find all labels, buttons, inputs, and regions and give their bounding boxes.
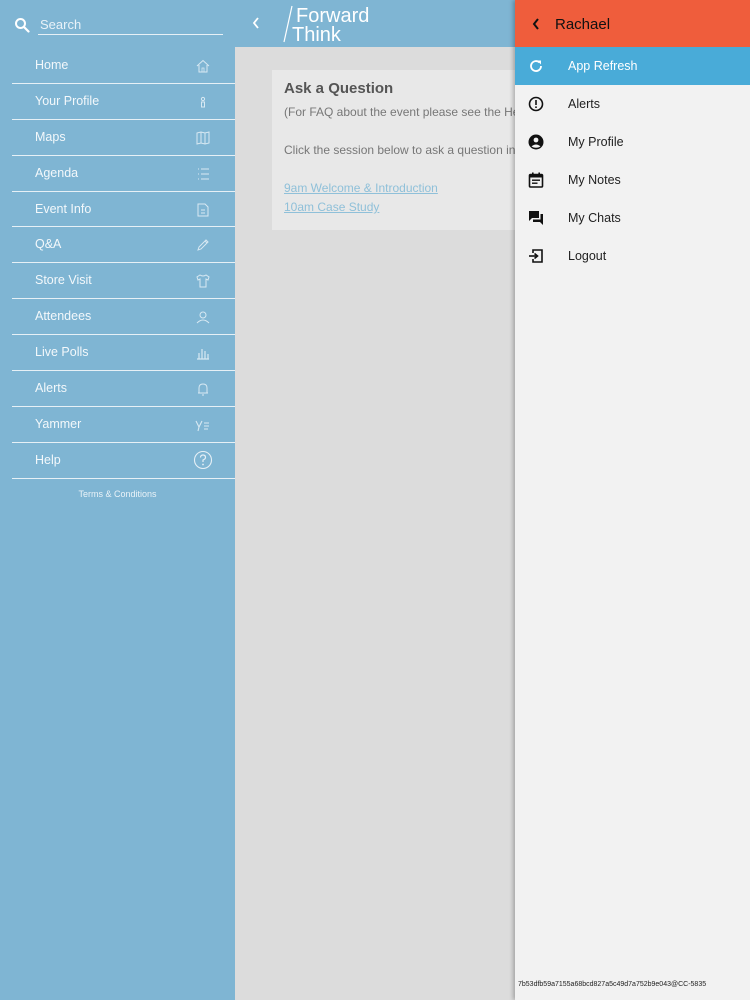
sidebar-item-label: Help [35, 452, 61, 467]
terms-link[interactable]: Terms & Conditions [0, 489, 235, 499]
drawer-menu: App Refresh Alerts My Profile My Notes M… [515, 47, 750, 275]
logo: Forward Think [283, 5, 369, 44]
menu-item-label: My Notes [568, 173, 621, 187]
sidebar-item-yammer[interactable]: Yammer [12, 407, 235, 443]
pen-icon [197, 239, 209, 252]
drawer-header: Rachael [515, 0, 750, 48]
agenda-list-icon [198, 168, 209, 180]
menu-item-label: App Refresh [568, 59, 638, 73]
search-icon[interactable] [14, 17, 30, 33]
sidebar-item-label: Maps [35, 129, 66, 144]
menu-item-my-chats[interactable]: My Chats [515, 199, 750, 237]
attendees-icon [196, 311, 210, 324]
help-circle-icon [193, 450, 213, 469]
yammer-icon [195, 420, 209, 432]
menu-item-label: Logout [568, 249, 607, 263]
sidebar-item-agenda[interactable]: Agenda [12, 156, 235, 192]
sidebar: Home Your Profile Maps Agenda Event Info… [0, 0, 235, 1000]
menu-item-logout[interactable]: Logout [515, 237, 750, 275]
sidebar-item-label: Your Profile [35, 93, 100, 108]
session-link-case-study[interactable]: 10am Case Study [284, 200, 379, 214]
faq-text: (For FAQ about the event please see the … [284, 105, 515, 119]
sidebar-nav: Home Your Profile Maps Agenda Event Info… [12, 48, 235, 479]
sidebar-item-label: Alerts [35, 381, 67, 396]
bar-chart-icon [197, 349, 209, 360]
device-id: 7b53dfb59a7155a68bcd827a5c49d7a752b9e043… [518, 981, 707, 988]
page-title: Ask a Question [284, 80, 394, 97]
sidebar-item-label: Agenda [35, 165, 79, 180]
sidebar-item-label: Event Info [35, 201, 92, 216]
menu-item-label: My Profile [568, 135, 624, 149]
sidebar-item-event-info[interactable]: Event Info [12, 192, 235, 228]
sidebar-item-maps[interactable]: Maps [12, 120, 235, 156]
chevron-left-icon[interactable] [251, 16, 261, 30]
account-circle-icon [528, 134, 544, 150]
sidebar-item-label: Home [35, 58, 69, 72]
chat-icon [529, 211, 543, 225]
sidebar-item-home[interactable]: Home [12, 48, 235, 84]
search-bar [0, 0, 235, 48]
menu-item-app-refresh[interactable]: App Refresh [515, 47, 750, 85]
search-input[interactable] [38, 15, 223, 35]
sidebar-item-label: Yammer [35, 416, 82, 431]
sidebar-item-label: Q&A [35, 237, 62, 252]
instruction-text: Click the session below to ask a questio… [284, 143, 515, 157]
sidebar-item-live-polls[interactable]: Live Polls [12, 335, 235, 372]
menu-item-label: My Chats [568, 211, 621, 225]
logout-icon [529, 249, 543, 263]
alert-icon [528, 96, 544, 112]
logo-line2: Think [292, 24, 342, 44]
menu-item-my-profile[interactable]: My Profile [515, 123, 750, 161]
sidebar-item-help[interactable]: Help [12, 443, 235, 479]
map-icon [196, 131, 210, 145]
user-drawer: Rachael App Refresh Alerts My Profile My… [515, 0, 750, 1000]
ask-question-card: Ask a Question (For FAQ about the event … [272, 70, 515, 230]
sidebar-item-label: Attendees [35, 309, 92, 324]
sidebar-item-store-visit[interactable]: Store Visit [12, 263, 235, 300]
sidebar-item-qa[interactable]: Q&A [12, 227, 235, 264]
chevron-left-icon[interactable] [531, 17, 541, 31]
calendar-notes-icon [528, 172, 544, 188]
menu-item-label: Alerts [568, 97, 600, 111]
bell-icon [198, 383, 208, 396]
session-link-welcome[interactable]: 9am Welcome & Introduction [284, 181, 438, 195]
menu-item-alerts[interactable]: Alerts [515, 85, 750, 123]
shirt-icon [196, 274, 210, 288]
sidebar-item-your-profile[interactable]: Your Profile [12, 84, 235, 120]
profile-icon [200, 96, 206, 108]
sidebar-item-label: Live Polls [35, 345, 89, 360]
menu-item-my-notes[interactable]: My Notes [515, 161, 750, 199]
sidebar-item-label: Store Visit [35, 273, 92, 288]
sidebar-item-alerts[interactable]: Alerts [12, 371, 235, 407]
refresh-icon [530, 60, 542, 72]
document-icon [197, 203, 209, 217]
home-icon [196, 59, 210, 73]
user-name: Rachael [555, 16, 611, 33]
sidebar-item-attendees[interactable]: Attendees [12, 299, 235, 336]
